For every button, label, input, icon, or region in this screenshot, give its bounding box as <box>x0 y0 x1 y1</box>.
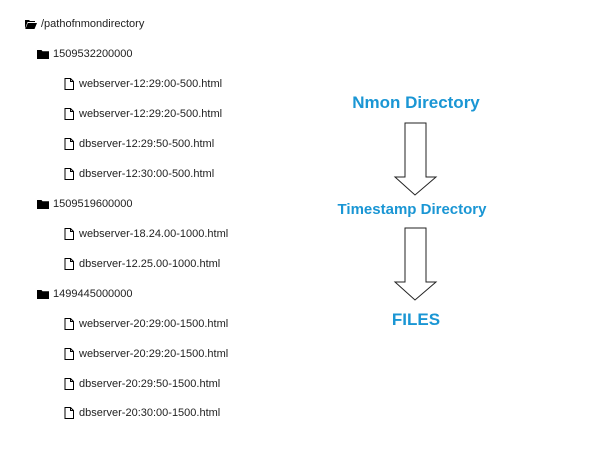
flow-arrows <box>393 122 438 301</box>
files-label: FILES <box>391 310 441 329</box>
directory-structure-diagram: { "tree": { "root": { "label": "/pathofn… <box>0 0 591 451</box>
down-arrow-icon <box>393 227 438 301</box>
down-arrow-icon <box>393 122 438 196</box>
timestamp-directory-label: Timestamp Directory <box>337 201 487 218</box>
